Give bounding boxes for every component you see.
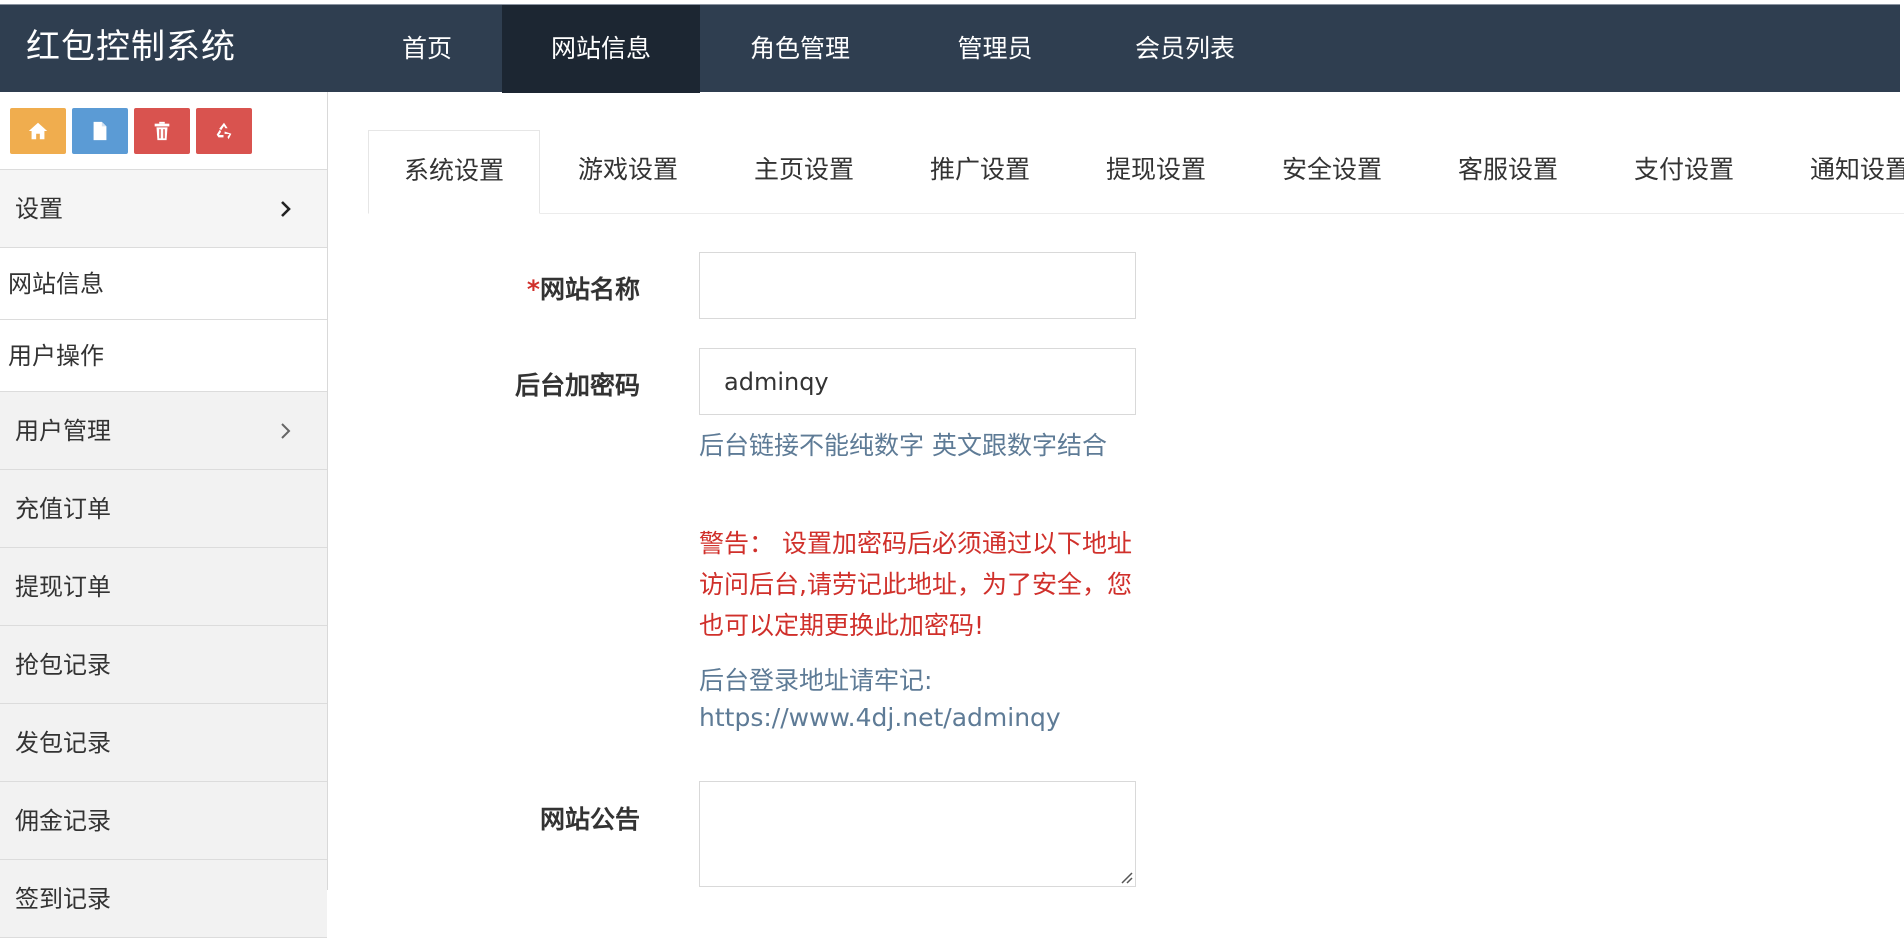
- tab-game-settings[interactable]: 游戏设置: [540, 130, 716, 214]
- sidebar-toolbar: [0, 92, 327, 170]
- recycle-button[interactable]: [196, 108, 252, 154]
- sidebar-item-label: 抢包记录: [15, 651, 111, 679]
- file-icon: [93, 121, 107, 141]
- topnav-admins[interactable]: 管理员: [900, 5, 1090, 93]
- notice-label: 网站公告: [539, 805, 640, 834]
- sidebar-item-signin-records[interactable]: 签到记录: [0, 860, 327, 938]
- sidebar-item-label: 用户管理: [15, 417, 111, 445]
- chevron-right-icon: [281, 422, 291, 439]
- trash-icon: [154, 121, 170, 141]
- sidebar-item-settings[interactable]: 设置: [0, 170, 327, 248]
- tab-security-settings[interactable]: 安全设置: [1244, 130, 1420, 214]
- tab-payment-settings[interactable]: 支付设置: [1596, 130, 1772, 214]
- login-address-hint: 后台登录地址请牢记: https://www.4dj.net/adminqy: [699, 662, 1139, 736]
- app-brand: 红包控制系统: [26, 27, 236, 67]
- site-name-input[interactable]: [699, 252, 1136, 319]
- topnav-roles[interactable]: 角色管理: [700, 5, 900, 93]
- admin-key-input[interactable]: [699, 348, 1136, 415]
- notice-textarea[interactable]: [699, 781, 1136, 887]
- admin-key-warning: 警告： 设置加密码后必须通过以下地址访问后台,请劳记此地址，为了安全，您也可以定…: [699, 529, 1132, 640]
- topnav-home[interactable]: 首页: [352, 5, 502, 93]
- top-nav: 首页 网站信息 角色管理 管理员 会员列表: [352, 5, 1280, 93]
- top-navbar: 红包控制系统 首页 网站信息 角色管理 管理员 会员列表: [0, 4, 1900, 93]
- home-icon: [28, 122, 48, 140]
- tab-home-settings[interactable]: 主页设置: [716, 130, 892, 214]
- admin-key-hint: 后台链接不能纯数字 英文跟数字结合: [699, 431, 1107, 460]
- sidebar-item-recharge-orders[interactable]: 充值订单: [0, 470, 327, 548]
- sidebar-item-label: 签到记录: [15, 885, 111, 913]
- home-button[interactable]: [10, 108, 66, 154]
- admin-key-label: 后台加密码: [514, 371, 640, 400]
- recycle-icon: [216, 122, 232, 140]
- chevron-right-icon: [281, 200, 291, 217]
- settings-tabs: 系统设置 游戏设置 主页设置 推广设置 提现设置 安全设置 客服设置 支付设置 …: [368, 130, 1904, 214]
- site-name-label: *网站名称: [526, 275, 640, 304]
- sidebar: 设置 网站信息 用户操作 用户管理 充值订单 提现订单 抢包记录 发包记录 佣金…: [0, 92, 328, 938]
- sidebar-item-user-management[interactable]: 用户管理: [0, 392, 327, 470]
- tab-service-settings[interactable]: 客服设置: [1420, 130, 1596, 214]
- sidebar-item-label: 提现订单: [15, 573, 111, 601]
- sidebar-item-commission-records[interactable]: 佣金记录: [0, 782, 327, 860]
- delete-button[interactable]: [134, 108, 190, 154]
- sidebar-item-label: 充值订单: [15, 495, 111, 523]
- sidebar-item-label: 用户操作: [8, 342, 104, 370]
- tab-notification-settings[interactable]: 通知设置: [1772, 130, 1904, 214]
- sidebar-item-send-records[interactable]: 发包记录: [0, 704, 327, 782]
- login-address-url: https://www.4dj.net/adminqy: [699, 703, 1061, 732]
- sidebar-item-label: 网站信息: [8, 270, 104, 298]
- sidebar-item-user-operations[interactable]: 用户操作: [0, 320, 327, 392]
- topnav-site-info[interactable]: 网站信息: [502, 5, 700, 93]
- tab-withdraw-settings[interactable]: 提现设置: [1068, 130, 1244, 214]
- sidebar-item-site-info[interactable]: 网站信息: [0, 248, 327, 320]
- tab-promotion-settings[interactable]: 推广设置: [892, 130, 1068, 214]
- notice-field-wrapper: [699, 781, 1136, 887]
- new-page-button[interactable]: [72, 108, 128, 154]
- login-address-label: 后台登录地址请牢记:: [699, 666, 933, 695]
- resize-handle-icon[interactable]: [1119, 870, 1133, 884]
- sidebar-item-label: 发包记录: [15, 729, 111, 757]
- sidebar-item-grab-records[interactable]: 抢包记录: [0, 626, 327, 704]
- sidebar-item-withdraw-orders[interactable]: 提现订单: [0, 548, 327, 626]
- sidebar-item-label: 设置: [15, 195, 63, 223]
- sidebar-item-label: 佣金记录: [15, 807, 111, 835]
- tab-system-settings[interactable]: 系统设置: [368, 130, 540, 214]
- topnav-members[interactable]: 会员列表: [1090, 5, 1280, 93]
- required-mark: *: [526, 275, 540, 304]
